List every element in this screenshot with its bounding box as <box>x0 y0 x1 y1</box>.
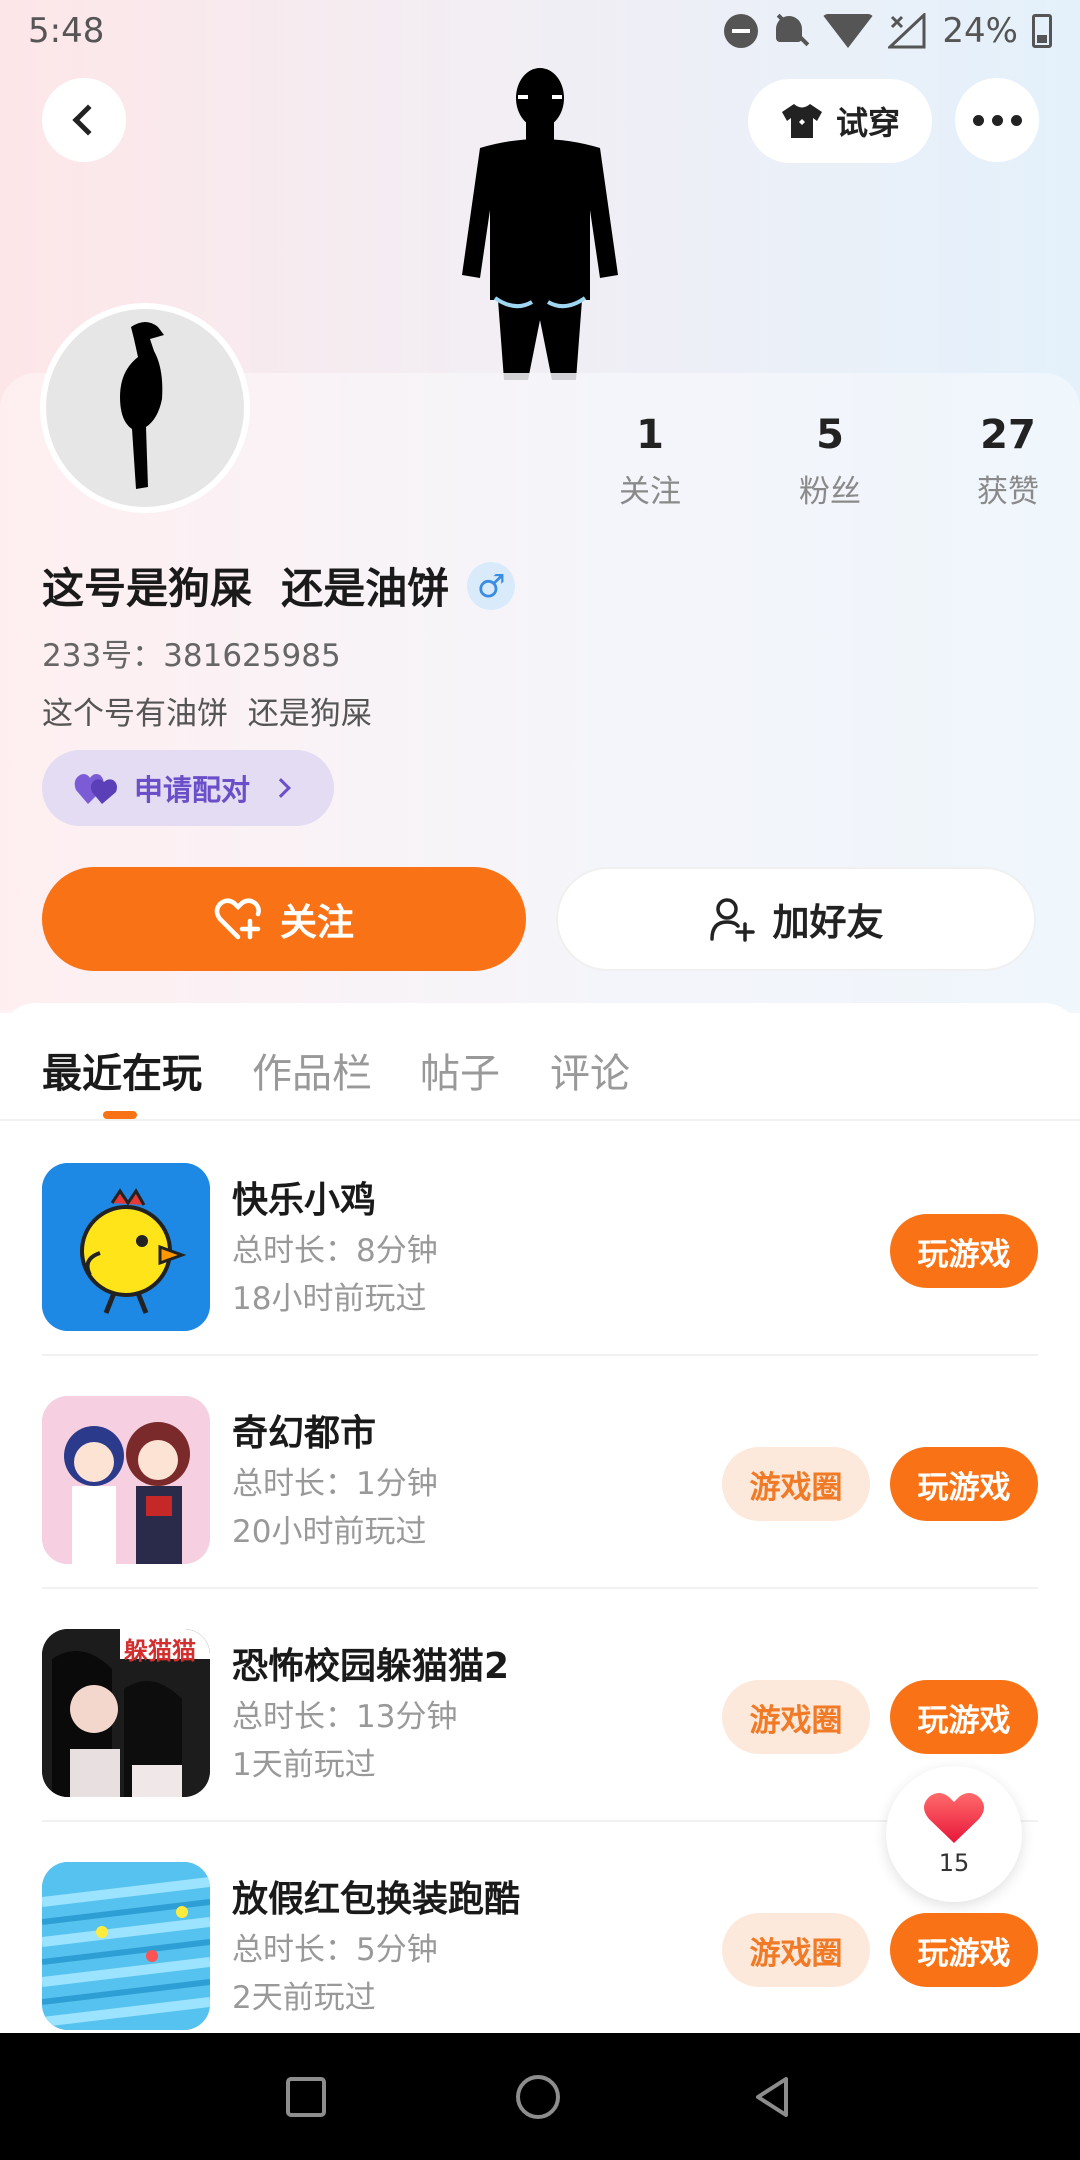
status-icons: 24% <box>724 11 1052 51</box>
add-friend-button[interactable]: 加好友 <box>556 867 1036 971</box>
male-gender-icon: ♂ <box>467 561 516 610</box>
tab-comments[interactable]: 评论 <box>550 1041 630 1099</box>
signal-icon <box>888 13 926 49</box>
game-icon-fantasy-city[interactable] <box>42 1396 210 1564</box>
user-bio: 这个号有油饼 还是狗屎 <box>42 696 372 732</box>
status-time: 5:48 <box>28 11 105 51</box>
do-not-disturb-icon <box>724 14 759 48</box>
profile-tabs: 最近在玩 作品栏 帖子 评论 <box>0 1003 1080 1121</box>
active-tab-indicator <box>103 1111 137 1119</box>
game-title: 放假红包换装跑酷 <box>232 1879 521 1920</box>
stat-likes[interactable]: 27 获赞 <box>918 412 1080 511</box>
follow-button[interactable]: 关注 <box>42 867 526 971</box>
battery-percent: 24% <box>942 11 1018 51</box>
game-title: 快乐小鸡 <box>232 1180 377 1221</box>
tab-works[interactable]: 作品栏 <box>252 1041 372 1099</box>
game-icon-parkour[interactable] <box>42 1862 210 2030</box>
play-game-button[interactable]: 玩游戏 <box>890 1214 1038 1288</box>
add-friend-label: 加好友 <box>772 901 884 944</box>
game-circle-button[interactable]: 游戏圈 <box>722 1447 870 1521</box>
tab-posts[interactable]: 帖子 <box>420 1041 500 1099</box>
game-row[interactable]: 快乐小鸡 总时长：8分钟 18小时前玩过 玩游戏 <box>0 1123 1080 1356</box>
username: 这号是狗屎 还是油饼 <box>42 564 450 613</box>
game-last-played: 1天前玩过 <box>232 1747 376 1783</box>
game-duration: 总时长：1分钟 <box>232 1466 438 1502</box>
stat-following[interactable]: 1 关注 <box>560 412 740 511</box>
muted-bell-icon <box>772 14 808 48</box>
try-on-button[interactable]: 试穿 <box>748 79 932 163</box>
back-button[interactable] <box>42 78 126 162</box>
stat-following-value: 1 <box>636 412 664 458</box>
chevron-left-icon <box>72 104 104 136</box>
play-game-button[interactable]: 玩游戏 <box>890 1447 1038 1521</box>
parkour-track-icon <box>42 1862 210 2030</box>
chicken-icon <box>42 1163 210 1331</box>
game-last-played: 18小时前玩过 <box>232 1281 427 1317</box>
heart-plus-icon <box>214 898 261 940</box>
follow-label: 关注 <box>280 901 354 944</box>
game-last-played: 2天前玩过 <box>232 1980 376 2016</box>
home-button[interactable] <box>516 2074 560 2119</box>
more-dots-icon <box>972 114 1022 126</box>
game-title: 恐怖校园躲猫猫2 <box>232 1646 510 1687</box>
avatar[interactable] <box>40 303 250 513</box>
like-floating-button[interactable]: 15 <box>886 1766 1022 1902</box>
game-title: 奇幻都市 <box>232 1413 377 1454</box>
double-heart-icon <box>74 774 117 804</box>
game-icon-horror-school[interactable]: 躲猫猫 <box>42 1629 210 1797</box>
avatar-silhouette <box>120 322 164 489</box>
game-circle-button[interactable]: 游戏圈 <box>722 1680 870 1754</box>
play-game-button[interactable]: 玩游戏 <box>890 1680 1038 1754</box>
try-on-label: 试穿 <box>835 104 900 142</box>
stat-likes-label: 获赞 <box>977 474 1039 510</box>
like-count: 15 <box>938 1849 970 1877</box>
game-row[interactable]: 奇幻都市 总时长：1分钟 20小时前玩过 游戏圈 玩游戏 <box>0 1356 1080 1589</box>
chevron-right-icon <box>271 778 291 798</box>
game-duration: 总时长：13分钟 <box>232 1699 458 1735</box>
stat-followers-value: 5 <box>816 412 844 458</box>
user-id: 233号：381625985 <box>42 638 341 674</box>
game-circle-button[interactable]: 游戏圈 <box>722 1913 870 1987</box>
status-bar: 5:48 24% <box>0 0 1080 62</box>
game-icon-chicken[interactable] <box>42 1163 210 1331</box>
anime-characters-icon <box>42 1396 210 1564</box>
stat-followers-label: 粉丝 <box>799 474 861 510</box>
play-game-button[interactable]: 玩游戏 <box>890 1913 1038 1987</box>
stat-followers[interactable]: 5 粉丝 <box>740 412 920 511</box>
apply-pair-button[interactable]: 申请配对 <box>42 750 334 826</box>
more-options-button[interactable] <box>955 78 1039 162</box>
back-nav-button[interactable] <box>750 2075 794 2119</box>
tab-recently-played[interactable]: 最近在玩 <box>42 1041 202 1099</box>
username-row: 这号是狗屎 还是油饼 ♂ <box>42 555 516 616</box>
heart-icon <box>924 1793 984 1843</box>
wifi-icon <box>822 14 875 48</box>
character-silhouette <box>462 68 618 380</box>
game-icon-label: 躲猫猫 <box>124 1637 196 1665</box>
game-last-played: 20小时前玩过 <box>232 1514 427 1550</box>
game-duration: 总时长：5分钟 <box>232 1932 438 1968</box>
system-nav-bar <box>0 2033 1080 2160</box>
game-duration: 总时长：8分钟 <box>232 1233 438 1269</box>
battery-icon <box>1032 14 1052 48</box>
recent-apps-button[interactable] <box>286 2076 326 2117</box>
profile-screen: 5:48 24% 试穿 1 关注 5 粉丝 27 获赞 这号是狗屎 还是油饼 ♂… <box>0 0 1080 2160</box>
stat-following-label: 关注 <box>619 474 681 510</box>
shirt-icon <box>781 104 822 138</box>
stat-likes-value: 27 <box>980 412 1036 458</box>
add-user-icon <box>709 898 755 942</box>
apply-pair-label: 申请配对 <box>134 773 251 807</box>
